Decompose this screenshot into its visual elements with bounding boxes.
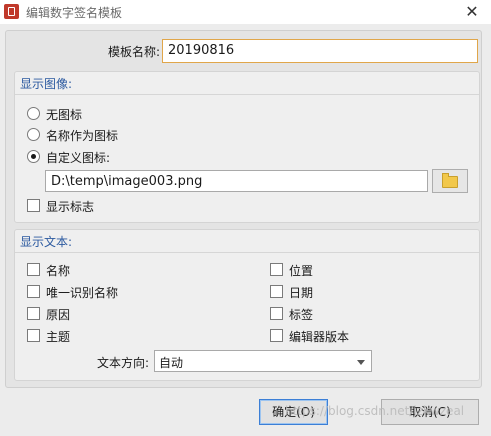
show-logo-checkbox[interactable]	[27, 199, 40, 212]
checkbox-labels[interactable]	[270, 307, 283, 320]
checkbox-subject[interactable]	[27, 329, 40, 342]
checkbox-reason-label: 原因	[46, 308, 71, 322]
radio-name-as-icon[interactable]	[27, 128, 40, 141]
checkbox-location-label: 位置	[289, 264, 314, 278]
close-icon: ✕	[465, 2, 479, 21]
template-name-input[interactable]: 20190816	[162, 39, 478, 63]
group-divider	[15, 94, 479, 95]
watermark-text: https://blog.csdn.net/jzkwzeal	[285, 404, 465, 418]
folder-icon	[442, 173, 458, 188]
radio-name-as-icon-label: 名称作为图标	[46, 129, 119, 143]
custom-icon-path-input[interactable]: D:\temp\image003.png	[45, 170, 428, 192]
display-text-title: 显示文本:	[20, 235, 73, 249]
chevron-down-icon	[357, 360, 365, 365]
checkbox-reason[interactable]	[27, 307, 40, 320]
checkbox-name-label: 名称	[46, 264, 71, 278]
radio-custom-icon[interactable]	[27, 150, 40, 163]
checkbox-subject-label: 主题	[46, 330, 71, 344]
text-direction-value: 自动	[159, 356, 184, 370]
display-image-title: 显示图像:	[20, 77, 73, 91]
browse-button[interactable]	[432, 169, 468, 193]
template-name-label: 模板名称:	[108, 45, 161, 59]
checkbox-distinguished-name-label: 唯一识别名称	[46, 286, 119, 300]
radio-custom-icon-label: 自定义图标:	[46, 151, 111, 165]
close-button[interactable]: ✕	[459, 0, 485, 24]
checkbox-location[interactable]	[270, 263, 283, 276]
text-direction-select[interactable]: 自动	[154, 350, 372, 372]
title-bar: 编辑数字签名模板 ✕	[0, 0, 491, 24]
radio-no-icon-label: 无图标	[46, 108, 83, 122]
checkbox-editor-version-label: 编辑器版本	[289, 330, 350, 344]
app-icon	[4, 4, 19, 19]
checkbox-date-label: 日期	[289, 286, 314, 300]
checkbox-editor-version[interactable]	[270, 329, 283, 342]
checkbox-labels-label: 标签	[289, 308, 314, 322]
radio-no-icon[interactable]	[27, 107, 40, 120]
show-logo-label: 显示标志	[46, 200, 95, 214]
group-divider	[15, 252, 479, 253]
checkbox-date[interactable]	[270, 285, 283, 298]
window-title: 编辑数字签名模板	[26, 6, 123, 20]
text-direction-label: 文本方向:	[97, 356, 150, 370]
checkbox-name[interactable]	[27, 263, 40, 276]
checkbox-distinguished-name[interactable]	[27, 285, 40, 298]
